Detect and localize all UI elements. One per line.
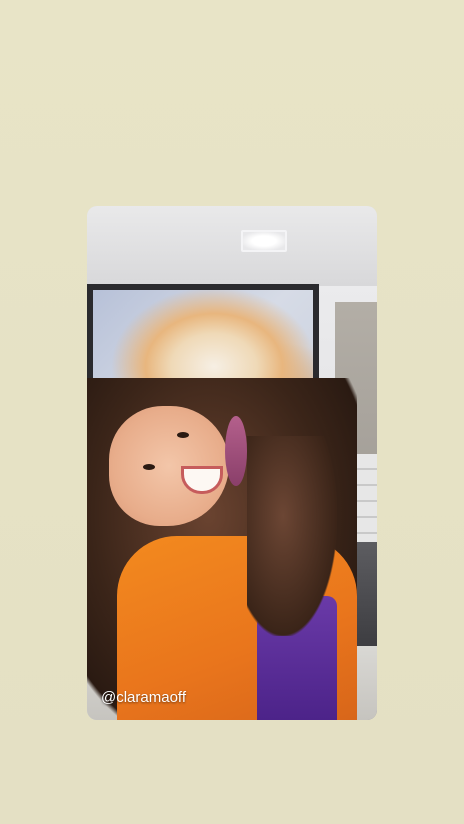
story-card[interactable]: @claramaoff [87,206,377,720]
username-label[interactable]: @claramaoff [101,689,186,706]
eye [143,464,155,470]
eye [177,432,189,438]
hair-front [247,436,337,636]
pink-hair-streak [225,416,247,486]
ceiling [87,206,377,286]
story-photo [87,206,377,720]
ceiling-light [241,230,287,252]
